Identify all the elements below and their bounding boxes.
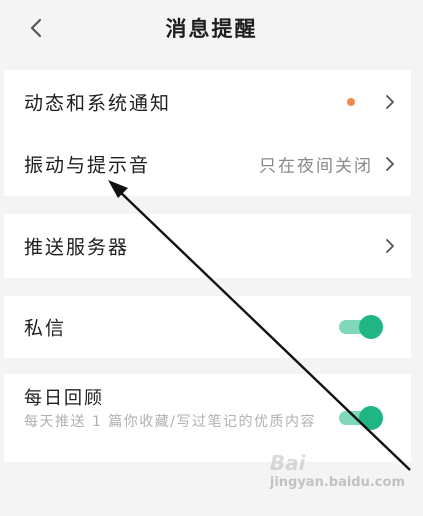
private-message-toggle[interactable] xyxy=(339,315,383,339)
settings-item-value: 只在夜间关闭 xyxy=(259,156,373,177)
notification-card: 动态和系统通知 振动与提示音 只在夜间关闭 xyxy=(4,70,411,196)
private-message-card: 私信 xyxy=(4,296,411,358)
page-title: 消息提醒 xyxy=(165,17,258,41)
daily-review-toggle[interactable] xyxy=(339,406,383,430)
settings-item-label: 动态和系统通知 xyxy=(24,92,172,115)
settings-item-private-message: 私信 xyxy=(4,296,411,358)
unread-dot-icon xyxy=(347,98,355,106)
settings-item-push-server[interactable]: 推送服务器 xyxy=(4,214,411,278)
toggle-knob xyxy=(359,406,383,430)
push-server-card: 推送服务器 xyxy=(4,214,411,278)
settings-item-system-notifications[interactable]: 动态和系统通知 xyxy=(4,70,411,134)
settings-item-label: 私信 xyxy=(24,317,67,340)
settings-item-daily-review: 每日回顾 每天推送 1 篇你收藏/写过笔记的优质内容 xyxy=(4,374,411,462)
watermark-text: Bai xyxy=(269,451,306,475)
settings-item-description: 每天推送 1 篇你收藏/写过笔记的优质内容 xyxy=(24,414,317,430)
chevron-right-icon xyxy=(386,95,394,109)
chevron-right-icon xyxy=(386,239,394,253)
chevron-right-icon xyxy=(386,157,394,171)
settings-item-label: 推送服务器 xyxy=(24,236,130,259)
message-reminder-screen: 消息提醒 动态和系统通知 振动与提示音 只在夜间关闭 推送服务器 私信 每日回顾… xyxy=(0,0,423,516)
settings-item-label: 每日回顾 xyxy=(24,388,104,409)
watermark-subtext: jingyan.baidu.com xyxy=(269,475,405,490)
settings-item-label: 振动与提示音 xyxy=(24,154,151,177)
settings-item-vibration-sound[interactable]: 振动与提示音 只在夜间关闭 xyxy=(4,132,411,196)
daily-review-card: 每日回顾 每天推送 1 篇你收藏/写过笔记的优质内容 xyxy=(4,374,411,462)
header: 消息提醒 xyxy=(0,0,423,56)
watermark-logo: Bai jingyan.baidu.com xyxy=(270,451,405,490)
toggle-knob xyxy=(359,315,383,339)
